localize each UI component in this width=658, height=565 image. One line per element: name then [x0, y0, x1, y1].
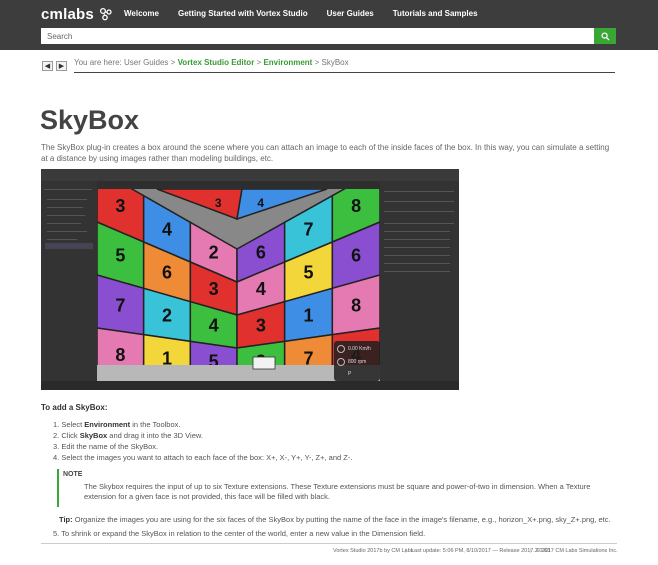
- skybox-screenshot: 34256372481567845631827434 0.00 Km/h 800…: [41, 169, 459, 390]
- skybox-tile-number: 4: [162, 219, 172, 239]
- editor-explorer-panel: [41, 181, 97, 381]
- search-icon: [600, 31, 610, 41]
- breadcrumb-prefix: You are here: User Guides >: [74, 58, 176, 67]
- back-button[interactable]: ◀: [42, 61, 53, 71]
- arrow-right-icon: ▶: [58, 63, 65, 70]
- skybox-tile-number: 5: [115, 246, 125, 266]
- list-item: 2. Click SkyBox and drag it into the 3D …: [53, 431, 203, 440]
- arrow-left-icon: ◀: [44, 63, 51, 70]
- list-item: 5. To shrink or expand the SkyBox in rel…: [53, 529, 426, 538]
- skybox-tile-number: 4: [209, 315, 219, 335]
- editor-toolbar: [41, 169, 459, 181]
- footer-product: Vortex Studio 2017b by CM Labs: [333, 548, 414, 554]
- search-input[interactable]: [41, 28, 594, 44]
- skybox-tile-number: 2: [162, 305, 172, 325]
- nav-item-getting-started[interactable]: Getting Started with Vortex Studio: [178, 9, 308, 18]
- note-box: NOTE The Skybox requires the input of up…: [57, 469, 619, 507]
- skybox-tile-number: 6: [162, 262, 172, 282]
- skybox-tile-number: 5: [303, 262, 313, 282]
- forward-button[interactable]: ▶: [56, 61, 67, 71]
- skybox-tile-number: 3: [215, 196, 222, 210]
- breadcrumb: ◀ ▶ You are here: User Guides > Vortex S…: [41, 57, 615, 73]
- skybox-tile-number: 6: [351, 246, 361, 266]
- breadcrumb-divider: [74, 72, 615, 73]
- note-text: The Skybox requires the input of up to s…: [84, 482, 591, 501]
- skybox-tile-number: 3: [256, 315, 266, 335]
- skybox-tile-number: 3: [209, 279, 219, 299]
- breadcrumb-separator: >: [256, 58, 262, 67]
- intro-paragraph: The SkyBox plug-in creates a box around …: [41, 143, 610, 163]
- breadcrumb-trail: You are here: User Guides > Vortex Studi…: [74, 58, 349, 67]
- section-heading: To add a SkyBox:: [41, 403, 108, 412]
- skybox-tile-number: 8: [351, 295, 361, 315]
- editor-status-bar: [41, 381, 459, 390]
- skybox-tile-number: 3: [115, 196, 125, 216]
- breadcrumb-link-vortex-studio-editor[interactable]: Vortex Studio Editor: [178, 58, 255, 67]
- footer-separator: |: [530, 548, 532, 554]
- hud-rpm: 800 rpm: [348, 359, 367, 365]
- logo-mark-icon: [99, 7, 112, 21]
- breadcrumb-link-environment[interactable]: Environment: [263, 58, 312, 67]
- vehicle-hud: 0.00 Km/h 800 rpm P: [334, 341, 380, 381]
- note-label: NOTE: [63, 471, 83, 478]
- search-button[interactable]: [594, 28, 616, 44]
- breadcrumb-separator: >: [314, 58, 320, 67]
- search-bar: [41, 28, 616, 44]
- list-item: 3. Edit the name of the SkyBox.: [53, 442, 159, 451]
- nav-item-user-guides[interactable]: User Guides: [327, 9, 374, 18]
- nav-item-welcome[interactable]: Welcome: [124, 9, 159, 18]
- speedometer-icon: [337, 345, 345, 353]
- cmlabs-logo[interactable]: cmlabs: [41, 5, 114, 23]
- skybox-tile-number: 7: [303, 219, 313, 239]
- skybox-tile-number: 4: [257, 196, 264, 210]
- skybox-tile-number: 6: [256, 243, 266, 263]
- breadcrumb-current: SkyBox: [321, 58, 349, 67]
- skybox-tile-number: 8: [351, 196, 361, 216]
- hud-gear: P: [348, 371, 352, 377]
- skybox-tile-number: 2: [209, 243, 219, 263]
- skybox-tile-number: 7: [115, 295, 125, 315]
- footer-divider: [41, 543, 617, 544]
- tip-text: Tip: Organize the images you are using f…: [59, 515, 611, 524]
- tip-label: Tip:: [59, 515, 73, 524]
- top-navigation-bar: cmlabs Welcome Getting Started with Vort…: [0, 0, 658, 50]
- skybox-tile-number: 8: [115, 345, 125, 365]
- list-item: 1. Select Environment in the Toolbox.: [53, 420, 181, 429]
- page-title: SkyBox: [40, 105, 140, 135]
- nav-item-tutorials[interactable]: Tutorials and Samples: [393, 9, 478, 18]
- logo-text: cmlabs: [41, 5, 94, 23]
- tachometer-icon: [337, 358, 345, 366]
- hud-speed: 0.00 Km/h: [348, 346, 371, 352]
- footer-copyright: © 2017 CM Labs Simulations Inc.: [536, 548, 618, 554]
- main-nav: Welcome Getting Started with Vortex Stud…: [124, 9, 497, 18]
- skybox-tile-number: 1: [303, 305, 313, 325]
- editor-properties-panel: [380, 181, 459, 381]
- skybox-tile-number: 4: [256, 279, 266, 299]
- footer-separator: |: [405, 548, 407, 554]
- list-item: 4. Select the images you want to attach …: [53, 453, 353, 462]
- vehicle-model: [252, 356, 276, 370]
